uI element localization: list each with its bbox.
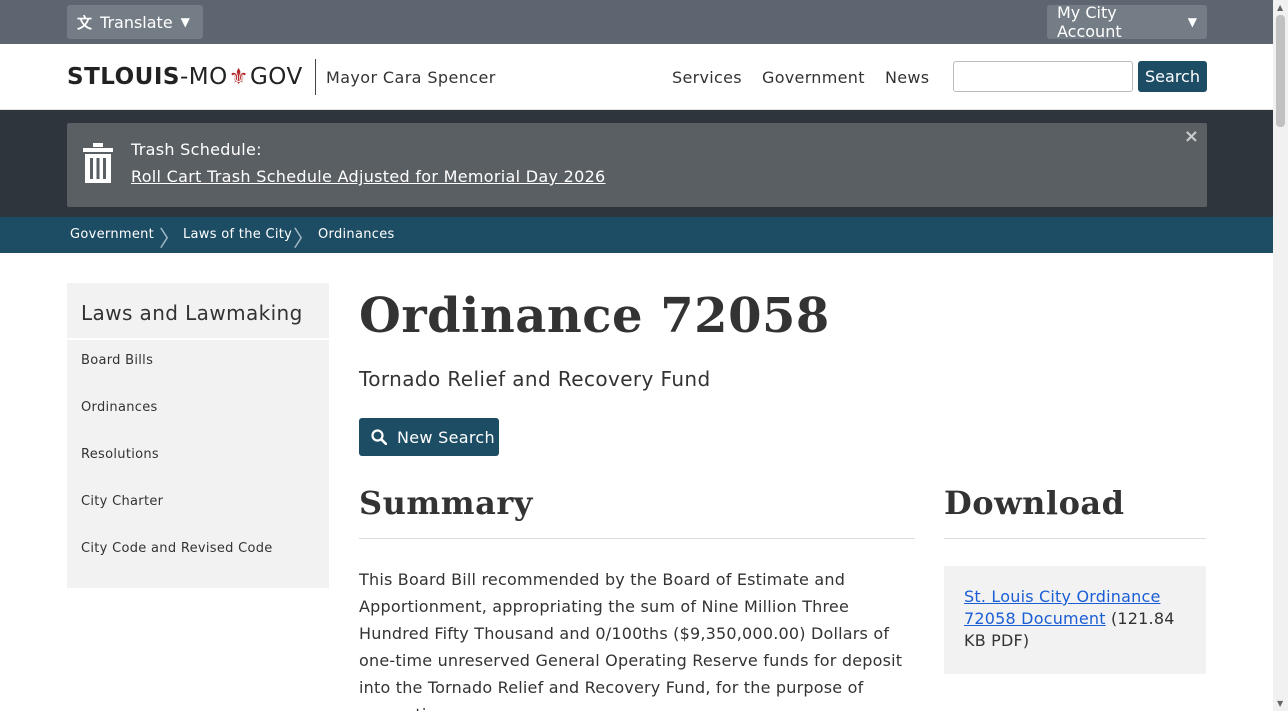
alert-box: Trash Schedule: Roll Cart Trash Schedule…	[67, 123, 1207, 207]
breadcrumb-laws-of-the-city[interactable]: Laws of the City	[183, 227, 292, 242]
logo-text-stlouis: STLOUIS	[67, 64, 180, 90]
page-subtitle: Tornado Relief and Recovery Fund	[359, 367, 711, 391]
alert-banner: Trash Schedule: Roll Cart Trash Schedule…	[0, 110, 1273, 217]
nav-services[interactable]: Services	[672, 68, 742, 87]
utility-bar: 文 Translate ▼ My City Account ▼	[0, 0, 1273, 44]
nav-news[interactable]: News	[885, 68, 929, 87]
trash-icon	[83, 143, 113, 183]
translate-button[interactable]: 文 Translate ▼	[67, 5, 203, 39]
summary-text: This Board Bill recommended by the Board…	[359, 570, 903, 711]
translate-label: Translate	[100, 12, 173, 32]
logo-text-gov: GOV	[249, 64, 303, 90]
account-label: My City Account	[1057, 3, 1122, 41]
header-divider	[315, 59, 316, 95]
breadcrumb: Government 〉 Laws of the City 〉 Ordinanc…	[0, 217, 1273, 253]
summary-divider	[359, 538, 915, 539]
sidebar: Laws and Lawmaking Board Bills Ordinance…	[67, 283, 329, 588]
translate-icon: 文	[77, 13, 93, 32]
caret-down-icon: ▼	[1187, 15, 1197, 29]
scrollbar[interactable]: ▲ ▼	[1273, 0, 1288, 711]
search-icon	[371, 429, 387, 445]
sidebar-title[interactable]: Laws and Lawmaking	[81, 301, 303, 325]
breadcrumb-ordinances[interactable]: Ordinances	[318, 227, 395, 242]
download-box: St. Louis City Ordinance 72058 Document …	[944, 566, 1206, 674]
search-input[interactable]	[953, 61, 1133, 92]
nav-government[interactable]: Government	[762, 68, 865, 87]
search-button[interactable]: Search	[1138, 61, 1207, 92]
site-logo[interactable]: STLOUIS -MO ⚜ GOV	[67, 64, 303, 90]
scroll-up-arrow-icon[interactable]: ▲	[1277, 3, 1283, 12]
scroll-down-arrow-icon[interactable]: ▼	[1277, 699, 1283, 708]
scroll-thumb[interactable]	[1276, 15, 1285, 127]
sidebar-item-city-code[interactable]: City Code and Revised Code	[81, 541, 273, 556]
alert-title: Trash Schedule:	[131, 140, 262, 159]
new-search-button[interactable]: New Search	[359, 418, 499, 456]
caret-down-icon: ▼	[180, 15, 190, 29]
sidebar-item-resolutions[interactable]: Resolutions	[81, 447, 159, 462]
new-search-label: New Search	[397, 427, 495, 447]
chevron-right-icon: 〉	[159, 227, 182, 252]
sidebar-item-city-charter[interactable]: City Charter	[81, 494, 163, 509]
site-header: STLOUIS -MO ⚜ GOV Mayor Cara Spencer Servic…	[0, 44, 1273, 110]
sidebar-item-ordinances[interactable]: Ordinances	[81, 400, 158, 415]
summary-heading: Summary	[359, 484, 533, 522]
my-city-account-button[interactable]: My City Account ▼	[1047, 3, 1207, 41]
chevron-right-icon: 〉	[293, 227, 316, 252]
download-divider	[944, 538, 1206, 539]
sidebar-item-board-bills[interactable]: Board Bills	[81, 353, 153, 368]
breadcrumb-government[interactable]: Government	[70, 227, 154, 242]
download-heading: Download	[944, 484, 1125, 522]
close-icon[interactable]: ×	[1184, 126, 1199, 147]
sidebar-divider	[67, 338, 329, 340]
mayor-name[interactable]: Mayor Cara Spencer	[326, 68, 496, 87]
fleur-de-lis-icon: ⚜	[228, 64, 249, 90]
alert-link[interactable]: Roll Cart Trash Schedule Adjusted for Me…	[131, 167, 606, 186]
logo-text-mo: -MO	[179, 64, 228, 90]
page-title: Ordinance 72058	[359, 288, 830, 344]
